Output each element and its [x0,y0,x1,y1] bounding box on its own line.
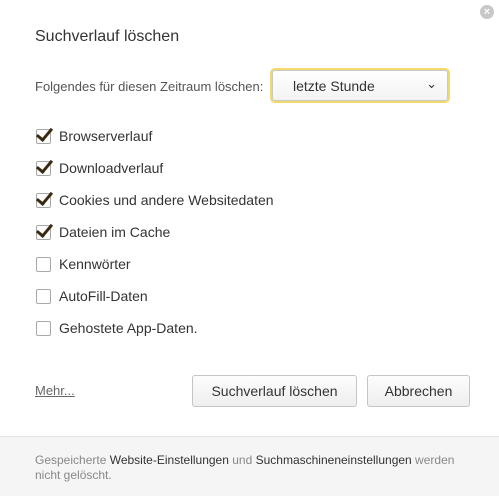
more-link[interactable]: Mehr... [35,383,75,398]
time-range-value: letzte Stunde [293,78,375,94]
time-range-label: Folgendes für diesen Zeitraum löschen: [35,79,264,94]
option-label: Cookies und andere Websitedaten [59,192,274,208]
close-icon[interactable]: × [480,5,494,19]
option-label: Gehostete App-Daten. [59,320,198,336]
cancel-button[interactable]: Abbrechen [367,375,470,407]
footer-note: Gespeicherte Website-Einstellungen und S… [35,453,475,483]
option-label: AutoFill-Daten [59,288,148,304]
clear-history-button[interactable]: Suchverlauf löschen [192,375,357,407]
checkbox[interactable] [36,321,51,336]
checkbox[interactable] [36,161,51,176]
option-label: Dateien im Cache [59,224,171,240]
checkbox[interactable] [36,193,51,208]
option-label: Browserverlauf [59,128,153,144]
search-engine-settings-link[interactable]: Suchmaschineneinstellungen [256,453,412,467]
footer-middle: und [228,453,256,467]
footer-prefix: Gespeicherte [35,453,110,467]
option-label: Downloadverlauf [59,160,164,176]
checkbox[interactable] [36,289,51,304]
checkbox[interactable] [36,225,51,240]
footer: Gespeicherte Website-Einstellungen und S… [0,436,499,496]
option-label: Kennwörter [59,256,131,272]
checkbox[interactable] [36,257,51,272]
website-settings-link[interactable]: Website-Einstellungen [110,453,229,467]
dialog-title: Suchverlauf löschen [35,28,180,45]
checkbox[interactable] [36,129,51,144]
time-range-select[interactable]: letzte Stunde ⌄ [272,70,448,101]
chevron-down-icon: ⌄ [426,76,437,91]
clear-browsing-data-dialog: × Suchverlauf löschen Folgendes für dies… [0,0,499,496]
